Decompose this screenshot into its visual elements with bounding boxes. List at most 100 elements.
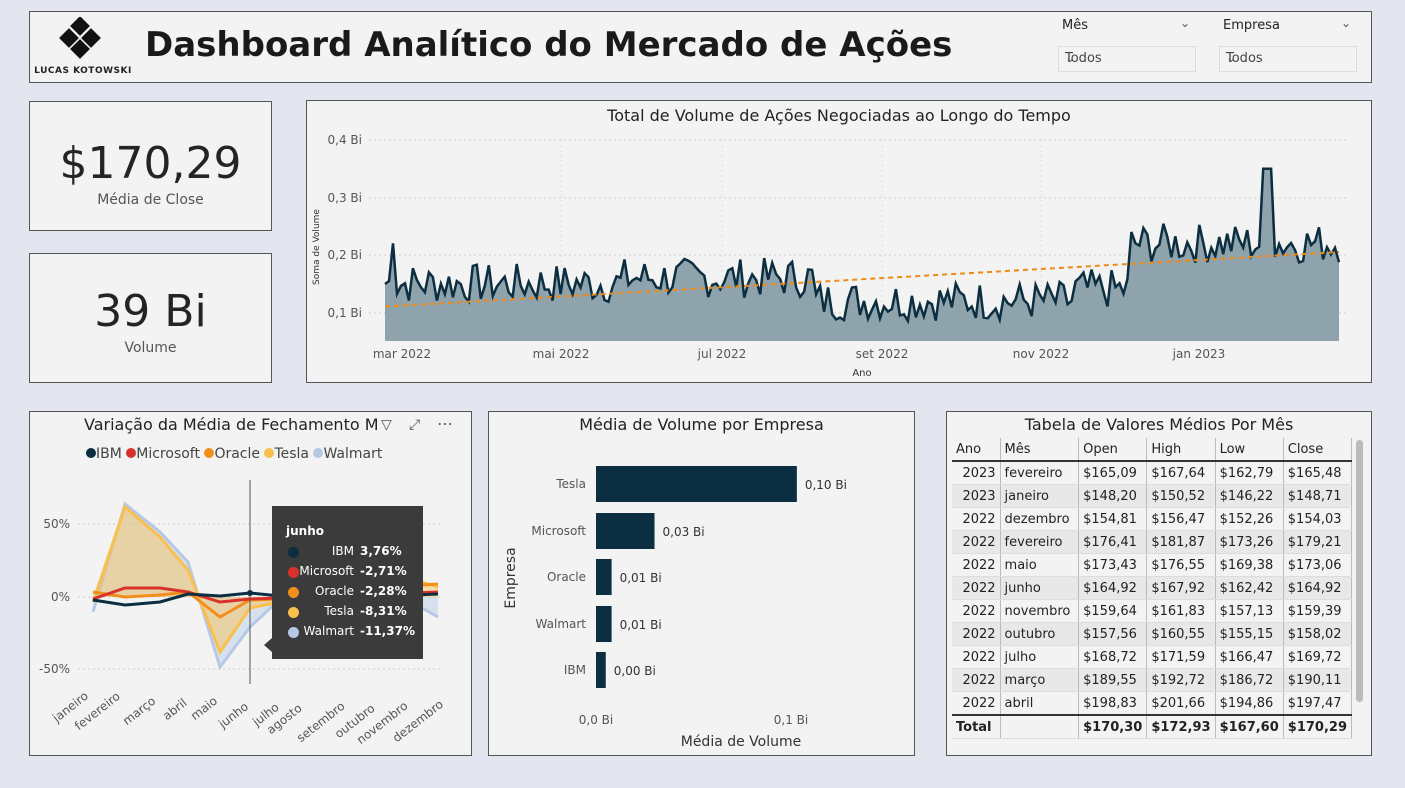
- column-header[interactable]: High: [1146, 438, 1216, 462]
- table-cell: novembro: [1000, 599, 1080, 623]
- table-cell: abril: [1000, 691, 1080, 716]
- table-cell: $161,83: [1146, 599, 1216, 623]
- y-axis-label: Soma de Volume: [312, 209, 322, 285]
- table-row[interactable]: 2022 março $189,55 $192,72 $186,72 $190,11: [952, 668, 1353, 692]
- x-axis-label: Ano: [852, 368, 871, 379]
- bar-chart-svg[interactable]: Empresa Média de Volume 0,0 Bi 0,1 Bi Te…: [489, 412, 914, 755]
- header-panel: LUCAS KOTOWSKI Dashboard Analítico do Me…: [29, 11, 1372, 83]
- slicer-month-label: Mês: [1062, 18, 1088, 33]
- company-volume-chart[interactable]: Média de Volume por Empresa Empresa Médi…: [488, 411, 915, 756]
- x-axis-label: Média de Volume: [681, 734, 802, 750]
- chevron-down-icon[interactable]: ⌄: [1065, 51, 1189, 65]
- table-cell: $176,55: [1146, 553, 1216, 577]
- monthly-averages-table[interactable]: Tabela de Valores Médios Por Mês Ano Mês…: [946, 411, 1372, 756]
- table-row[interactable]: 2022 junho $164,92 $167,92 $162,42 $164,92: [952, 576, 1353, 600]
- table-cell: maio: [1000, 553, 1080, 577]
- table-cell: 2023: [952, 461, 1001, 485]
- kpi-caption: Volume: [124, 340, 177, 356]
- table-cell: $186,72: [1215, 668, 1284, 692]
- table-row[interactable]: 2022 julho $168,72 $171,59 $166,47 $169,72: [952, 645, 1353, 669]
- table-row[interactable]: 2022 fevereiro $176,41 $181,87 $173,26 $179,2…: [952, 530, 1353, 554]
- table-cell: $190,11: [1283, 668, 1353, 692]
- x-tick-label: maio: [188, 693, 221, 724]
- table-cell: $171,59: [1146, 645, 1216, 669]
- bar-ibm[interactable]: [596, 652, 606, 688]
- table-cell: $154,81: [1078, 507, 1148, 531]
- table-cell: $169,38: [1215, 553, 1284, 577]
- tooltip-row: Microsoft -2,71%: [272, 562, 423, 582]
- table-row[interactable]: 2022 maio $173,43 $176,55 $169,38 $173,06: [952, 553, 1353, 577]
- table-row[interactable]: 2022 novembro $159,64 $161,83 $157,13 $159,39: [952, 599, 1353, 623]
- x-tick-label: jan 2023: [1172, 347, 1226, 361]
- table-cell: $148,71: [1283, 484, 1353, 508]
- chevron-down-icon[interactable]: ⌄: [1341, 16, 1351, 30]
- bar-microsoft[interactable]: [596, 513, 655, 549]
- x-tick-label: mar 2022: [373, 347, 431, 361]
- y-tick-label: -50%: [39, 662, 70, 676]
- scrollbar[interactable]: [1356, 440, 1363, 702]
- chevron-down-icon[interactable]: ⌄: [1180, 16, 1190, 30]
- column-header[interactable]: Mês: [1000, 438, 1080, 462]
- table-row[interactable]: 2023 fevereiro $165,09 $167,64 $162,79 $165,4…: [952, 461, 1353, 485]
- category-label: Microsoft: [531, 524, 586, 538]
- table-cell: $150,52: [1146, 484, 1216, 508]
- chart-tooltip: junho IBM 3,76% Microsoft -2,71% Oracle -2,…: [272, 506, 423, 659]
- data-label: 0,01 Bi: [620, 618, 662, 632]
- volume-chart-svg[interactable]: Soma de Volume Ano 0,4 Bi 0,3 Bi 0,2 Bi …: [307, 101, 1371, 382]
- table-total-row: Total $170,30 $172,93 $167,60 $170,29: [952, 714, 1353, 739]
- table-cell: $148,20: [1078, 484, 1148, 508]
- table-cell: $166,47: [1215, 645, 1284, 669]
- y-tick-label: 0,3 Bi: [328, 191, 362, 205]
- kpi-value: 39 Bi: [94, 286, 207, 337]
- table-cell: $159,64: [1078, 599, 1148, 623]
- data-table: Ano Mês Open High Low Close 2023 fevereir…: [952, 438, 1353, 739]
- table-cell: $164,92: [1283, 576, 1353, 600]
- tooltip-title: junho: [286, 524, 324, 538]
- slicer-month-dropdown[interactable]: Todos ⌄: [1058, 46, 1196, 72]
- table-cell: 2022: [952, 668, 1001, 692]
- tooltip-row: Tesla -8,31%: [272, 602, 423, 622]
- table-row[interactable]: 2022 dezembro $154,81 $156,47 $152,26 $154,03: [952, 507, 1353, 531]
- y-tick-label: 50%: [43, 517, 70, 531]
- x-tick-label: março: [120, 693, 159, 729]
- column-header[interactable]: Ano: [952, 438, 1001, 462]
- x-tick-label: set 2022: [856, 347, 909, 361]
- x-tick-label: abril: [160, 695, 190, 724]
- table-cell: $179,21: [1283, 530, 1353, 554]
- table-cell: 2022: [952, 622, 1001, 646]
- table-cell: $189,55: [1078, 668, 1148, 692]
- x-tick-label: 0,1 Bi: [774, 713, 808, 727]
- y-tick-label: 0,2 Bi: [328, 248, 362, 262]
- table-cell: 2022: [952, 507, 1001, 531]
- category-label: Oracle: [547, 570, 586, 584]
- table-cell: $152,26: [1215, 507, 1284, 531]
- table-cell: $201,66: [1146, 691, 1216, 716]
- column-header[interactable]: Open: [1078, 438, 1148, 462]
- y-tick-label: 0%: [51, 590, 70, 604]
- chevron-down-icon[interactable]: ⌄: [1226, 51, 1350, 65]
- table-cell: $173,26: [1215, 530, 1284, 554]
- bar-walmart[interactable]: [596, 606, 612, 642]
- table-cell: $159,39: [1283, 599, 1353, 623]
- table-row[interactable]: 2022 outubro $157,56 $160,55 $155,15 $158,02: [952, 622, 1353, 646]
- table-cell: $181,87: [1146, 530, 1216, 554]
- table-title: Tabela de Valores Médios Por Mês: [1024, 415, 1294, 434]
- table-cell: $160,55: [1146, 622, 1216, 646]
- slicer-company-dropdown[interactable]: Todos ⌄: [1219, 46, 1357, 72]
- kpi-value: $170,29: [59, 138, 242, 189]
- tooltip-row: Oracle -2,28%: [272, 582, 423, 602]
- table-cell: $157,56: [1078, 622, 1148, 646]
- table-row[interactable]: 2022 abril $198,83 $201,66 $194,86 $197,47: [952, 691, 1353, 716]
- table-row[interactable]: 2023 janeiro $148,20 $150,52 $146,22 $148,71: [952, 484, 1353, 508]
- table-cell: 2022: [952, 530, 1001, 554]
- x-tick-label: jul 2022: [697, 347, 747, 361]
- volume-time-chart[interactable]: Total de Volume de Ações Negociadas ao L…: [306, 100, 1372, 383]
- bar-oracle[interactable]: [596, 559, 612, 595]
- x-tick-label: nov 2022: [1013, 347, 1069, 361]
- column-header[interactable]: Low: [1215, 438, 1284, 462]
- table-cell: $162,42: [1215, 576, 1284, 600]
- data-label: 0,10 Bi: [805, 478, 847, 492]
- variation-chart[interactable]: Variação da Média de Fechamento Mensal ▽…: [29, 411, 472, 756]
- column-header[interactable]: Close: [1283, 438, 1353, 462]
- bar-tesla[interactable]: [596, 466, 797, 502]
